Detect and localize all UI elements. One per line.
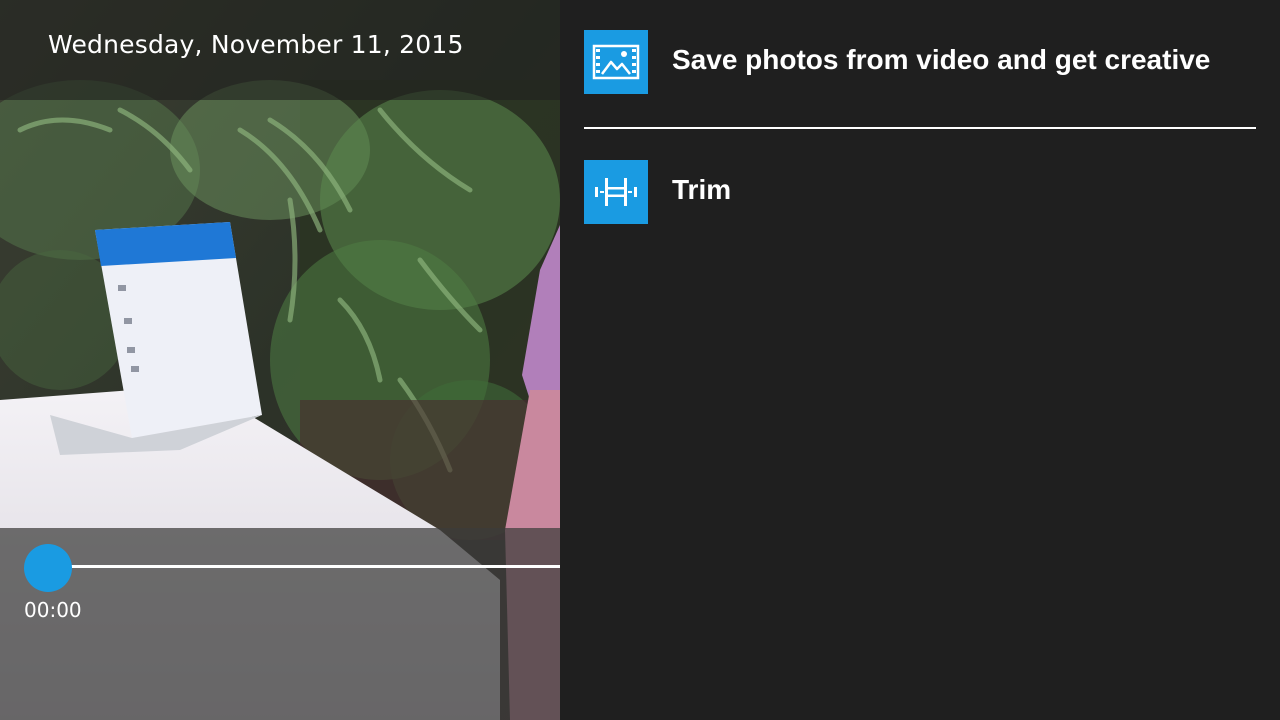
- app-root: Wednesday, November 11, 2015 00:00 Save …: [0, 0, 1280, 720]
- trim-label: Trim: [672, 174, 732, 205]
- menu-divider: [584, 127, 1256, 129]
- action-menu: Save photos from video and get creative: [560, 0, 1280, 720]
- photo-film-icon: [584, 30, 648, 94]
- video-header: Wednesday, November 11, 2015: [0, 0, 560, 100]
- current-time: 00:00: [24, 598, 82, 622]
- seek-bar[interactable]: [48, 565, 560, 568]
- video-date: Wednesday, November 11, 2015: [48, 30, 464, 59]
- video-preview[interactable]: Wednesday, November 11, 2015 00:00: [0, 0, 560, 720]
- save-photos-label: Save photos from video and get creative: [672, 44, 1211, 75]
- save-photos-menu-item[interactable]: Save photos from video and get creative: [584, 30, 1256, 94]
- trim-menu-item[interactable]: Trim: [584, 160, 1256, 224]
- seek-thumb[interactable]: [24, 544, 72, 592]
- trim-icon: [584, 160, 648, 224]
- playback-controls: [0, 528, 560, 720]
